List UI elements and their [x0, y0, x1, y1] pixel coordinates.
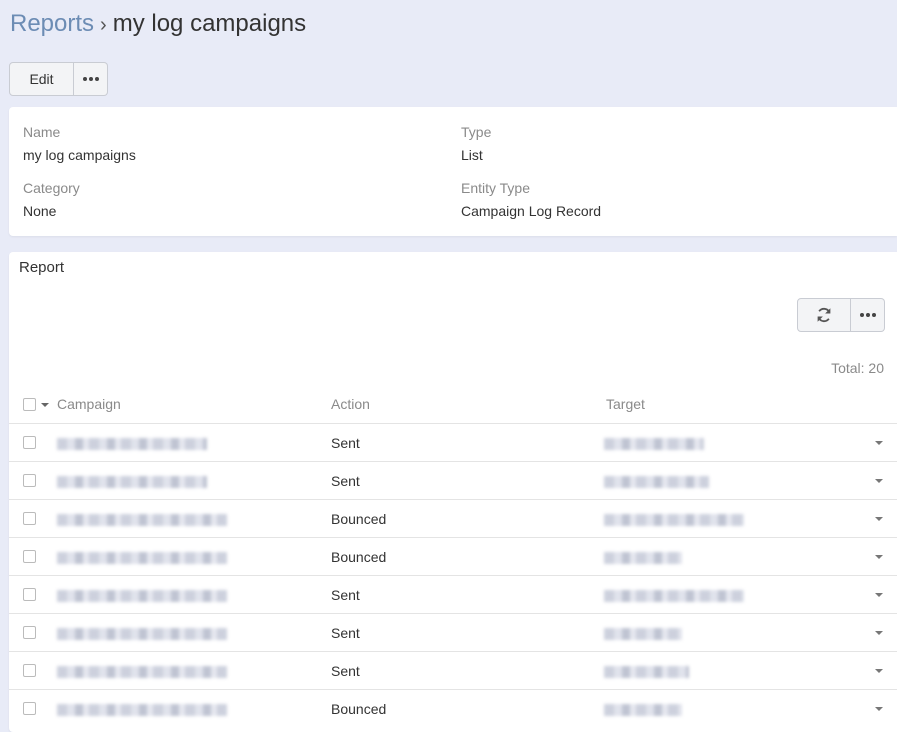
target-redacted[interactable]	[604, 666, 689, 678]
table-row: Bounced	[9, 689, 897, 727]
ellipsis-icon	[859, 313, 876, 317]
target-redacted[interactable]	[604, 552, 682, 564]
target-redacted[interactable]	[604, 438, 704, 450]
campaign-redacted[interactable]	[57, 438, 207, 450]
target-redacted[interactable]	[604, 704, 682, 716]
chevron-down-icon[interactable]	[875, 555, 883, 559]
row-checkbox[interactable]	[23, 664, 36, 677]
report-toolbar	[797, 298, 885, 332]
action-cell: Sent	[331, 625, 360, 641]
table-row: Sent	[9, 423, 897, 461]
record-actions: Edit	[9, 62, 108, 96]
edit-button[interactable]: Edit	[9, 62, 74, 96]
chevron-down-icon[interactable]	[875, 517, 883, 521]
action-cell: Bounced	[331, 549, 387, 565]
chevron-down-icon[interactable]	[875, 707, 883, 711]
page-title: my log campaigns	[112, 10, 307, 37]
action-cell: Bounced	[331, 701, 387, 717]
name-label: Name	[23, 124, 61, 140]
chevron-down-icon[interactable]	[875, 593, 883, 597]
type-label: Type	[461, 124, 492, 140]
row-checkbox[interactable]	[23, 588, 36, 601]
report-panel: Report Total: 20 Campaign Action Target …	[9, 252, 897, 732]
more-actions-button[interactable]	[74, 62, 108, 96]
table-row: Sent	[9, 613, 897, 651]
action-cell: Sent	[331, 663, 360, 679]
action-cell: Bounced	[331, 511, 387, 527]
table-row: Bounced	[9, 537, 897, 575]
type-value: List	[461, 147, 483, 163]
table-row: Bounced	[9, 499, 897, 537]
breadcrumb-reports-link[interactable]: Reports	[10, 10, 94, 37]
name-value: my log campaigns	[23, 147, 136, 163]
table-row: Sent	[9, 651, 897, 689]
table-header: Campaign Action Target	[9, 386, 897, 422]
chevron-down-icon[interactable]	[875, 441, 883, 445]
chevron-down-icon[interactable]	[875, 631, 883, 635]
table-body: Sent Sent Bounced Bounced Sent Sent Sent…	[9, 423, 897, 727]
refresh-icon	[817, 307, 831, 323]
campaign-redacted[interactable]	[57, 590, 227, 602]
ellipsis-icon	[82, 77, 99, 81]
target-redacted[interactable]	[604, 514, 744, 526]
select-all-checkbox[interactable]	[23, 398, 36, 411]
campaign-redacted[interactable]	[57, 476, 207, 488]
column-target[interactable]: Target	[606, 396, 645, 412]
report-more-button[interactable]	[851, 298, 885, 332]
table-row: Sent	[9, 575, 897, 613]
campaign-redacted[interactable]	[57, 628, 227, 640]
chevron-down-icon[interactable]	[875, 479, 883, 483]
campaign-redacted[interactable]	[57, 666, 227, 678]
campaign-redacted[interactable]	[57, 552, 227, 564]
row-checkbox[interactable]	[23, 512, 36, 525]
entity-type-field: Entity Type Campaign Log Record	[461, 179, 601, 220]
row-checkbox[interactable]	[23, 550, 36, 563]
row-checkbox[interactable]	[23, 474, 36, 487]
action-cell: Sent	[331, 587, 360, 603]
total-count: Total: 20	[831, 360, 884, 376]
breadcrumb-separator: ›	[100, 14, 107, 36]
type-field: Type List	[461, 123, 491, 164]
action-cell: Sent	[331, 435, 360, 451]
row-checkbox[interactable]	[23, 702, 36, 715]
page-header: Reports › my log campaigns	[10, 8, 306, 41]
row-checkbox[interactable]	[23, 626, 36, 639]
target-redacted[interactable]	[604, 476, 709, 488]
entity-type-value: Campaign Log Record	[461, 203, 602, 219]
action-cell: Sent	[331, 473, 360, 489]
refresh-button[interactable]	[797, 298, 851, 332]
chevron-down-icon[interactable]	[875, 669, 883, 673]
column-campaign[interactable]: Campaign	[57, 396, 121, 412]
column-action[interactable]: Action	[331, 396, 370, 412]
entity-type-label: Entity Type	[461, 180, 531, 196]
chevron-down-icon[interactable]	[41, 403, 49, 407]
row-checkbox[interactable]	[23, 436, 36, 449]
target-redacted[interactable]	[604, 628, 682, 640]
category-label: Category	[23, 180, 80, 196]
report-panel-title: Report	[19, 259, 65, 276]
campaign-redacted[interactable]	[57, 514, 227, 526]
campaign-redacted[interactable]	[57, 704, 227, 716]
category-field: Category None	[23, 179, 80, 220]
target-redacted[interactable]	[604, 590, 744, 602]
details-panel: Name my log campaigns Type List Category…	[9, 107, 897, 236]
name-field: Name my log campaigns	[23, 123, 136, 164]
category-value: None	[23, 203, 57, 219]
table-row: Sent	[9, 461, 897, 499]
